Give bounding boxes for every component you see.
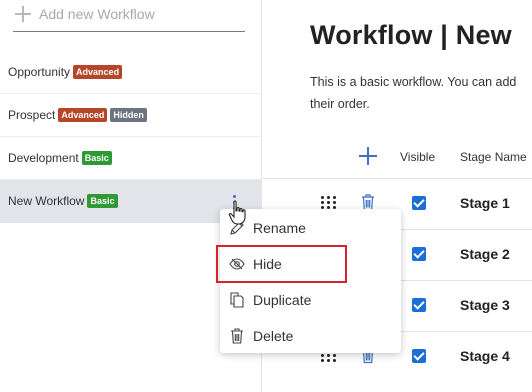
drag-handle-icon[interactable]	[321, 196, 337, 210]
advanced-badge: Advanced	[73, 65, 123, 79]
menu-item-delete[interactable]: Delete	[220, 318, 401, 354]
add-stage-plus-icon[interactable]	[359, 147, 377, 165]
workflow-description: This is a basic workflow. You can add th…	[310, 71, 532, 115]
workflow-item-label: Opportunity	[8, 65, 71, 79]
visible-checkbox[interactable]	[412, 298, 426, 312]
workflow-item-label: Development	[8, 151, 79, 165]
page-title: Workflow | New	[310, 20, 512, 50]
stage-name[interactable]: Stage 3	[460, 297, 510, 313]
visible-checkbox[interactable]	[412, 196, 426, 210]
workflow-item-prospect[interactable]: Prospect Advanced Hidden	[0, 94, 262, 137]
advanced-badge: Advanced	[58, 108, 108, 122]
stage-name[interactable]: Stage 1	[460, 195, 510, 211]
plus-icon	[13, 4, 33, 24]
visible-checkbox[interactable]	[412, 349, 426, 363]
workflow-item-development[interactable]: Development Basic	[0, 137, 262, 180]
description-line: This is a basic workflow. You can add	[310, 75, 517, 89]
copy-icon	[230, 292, 244, 308]
description-line: their order.	[310, 97, 370, 111]
stages-table-header: Visible Stage Name	[262, 140, 532, 174]
hand-cursor-icon	[228, 200, 246, 225]
stage-name[interactable]: Stage 2	[460, 246, 510, 262]
visible-checkbox[interactable]	[412, 247, 426, 261]
basic-badge: Basic	[81, 151, 112, 165]
basic-badge: Basic	[87, 194, 118, 208]
menu-item-label: Duplicate	[253, 292, 312, 308]
trash-icon	[231, 328, 243, 344]
workflow-item-opportunity[interactable]: Opportunity Advanced	[0, 51, 262, 94]
menu-item-duplicate[interactable]: Duplicate	[220, 282, 401, 318]
menu-item-label: Delete	[253, 328, 294, 344]
add-workflow-placeholder: Add new Workflow	[39, 5, 155, 22]
hide-highlight-box	[216, 245, 347, 283]
hidden-badge: Hidden	[110, 108, 147, 122]
workflow-item-label: Prospect	[8, 108, 56, 122]
app-root: Add new Workflow Opportunity Advanced Pr…	[0, 0, 532, 392]
workflow-item-label: New Workflow	[8, 194, 85, 208]
column-header-visible: Visible	[400, 150, 436, 164]
workflow-list: Opportunity Advanced Prospect Advanced H…	[0, 51, 262, 223]
add-workflow-input[interactable]: Add new Workflow	[13, 0, 245, 32]
column-header-stage-name[interactable]: Stage Name	[460, 150, 527, 164]
menu-item-label: Rename	[253, 220, 306, 236]
stage-name[interactable]: Stage 4	[460, 348, 510, 364]
